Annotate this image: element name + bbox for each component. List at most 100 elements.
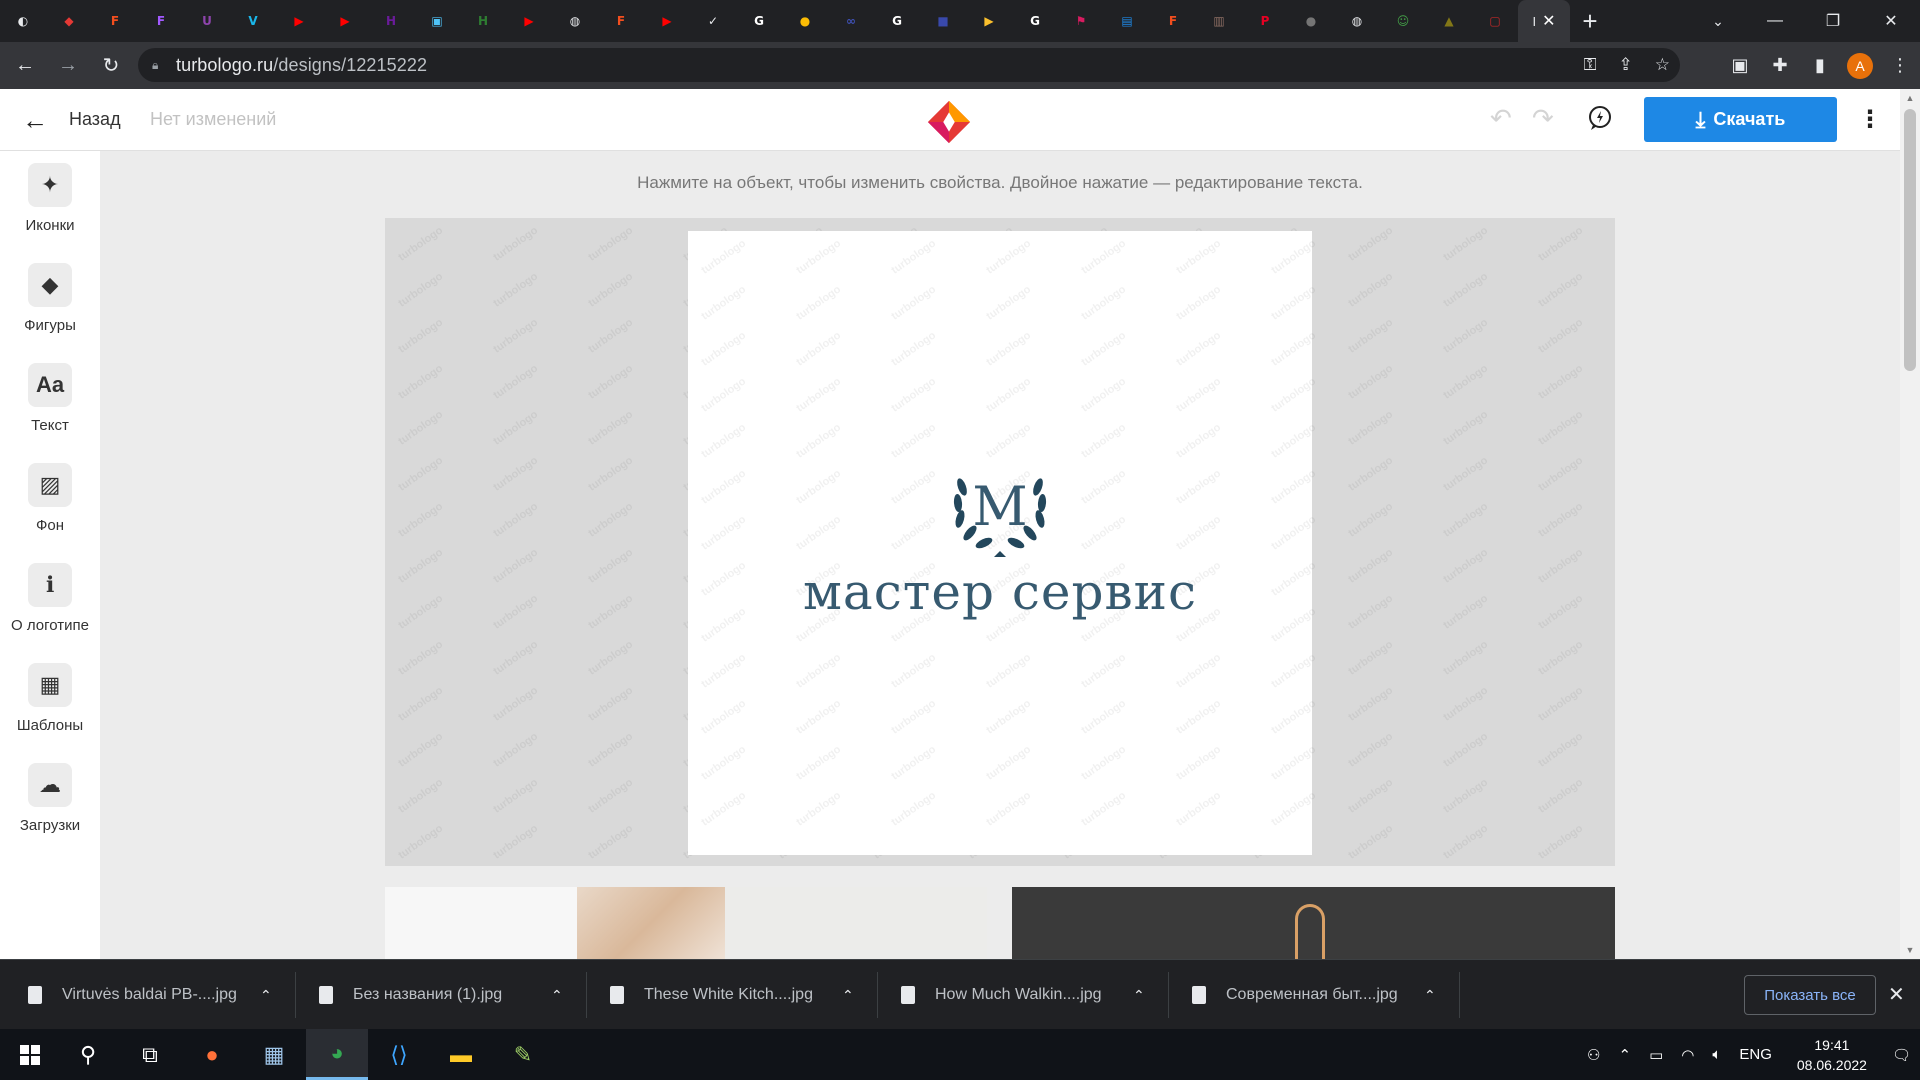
browser-tab[interactable]: ▶ [276,0,322,42]
logo-text[interactable]: мастер сервис [688,563,1312,621]
firefox-icon[interactable]: ● [188,1029,236,1080]
redo-icon[interactable]: ↷ [1532,103,1554,134]
back-nav-icon[interactable]: ← [7,48,43,84]
browser-tab[interactable]: G [736,0,782,42]
browser-tab[interactable]: F [598,0,644,42]
browser-tab[interactable]: ☺ [1380,0,1426,42]
key-icon[interactable]: ⚿ [1584,55,1597,75]
browser-tab[interactable]: ▶ [644,0,690,42]
laurel-monogram-emblem[interactable]: M [940,459,1060,559]
browser-tab[interactable]: ■ [920,0,966,42]
search-icon[interactable]: ⚲ [64,1029,112,1080]
browser-tab[interactable]: ⚑ [1058,0,1104,42]
clock[interactable]: 19:41 08.06.2022 [1797,1035,1867,1075]
back-arrow-icon[interactable]: ← [22,105,48,136]
extensions-puzzle-icon[interactable]: ✚ [1760,55,1800,76]
lock-icon[interactable]: 🔒︎ [152,58,164,72]
download-item[interactable]: Без названия (1).jpg ⌃ [291,960,587,1030]
volume-icon[interactable]: 🔈︎ [1712,1046,1721,1063]
task-view-icon[interactable]: ⧉ [126,1029,174,1080]
restore-icon[interactable]: ❐ [1804,0,1862,42]
tab-search-icon[interactable]: ⌄ [1698,0,1738,42]
browser-tab[interactable]: P [1242,0,1288,42]
scroll-thumb[interactable] [1904,109,1916,371]
undo-icon[interactable]: ↶ [1490,103,1512,134]
bookmark-star-icon[interactable]: ☆ [1655,55,1670,75]
address-bar[interactable]: 🔒︎ turbologo.ru/designs/12215222 ⚿ ⇪ ☆ [138,48,1680,82]
turbologo-logo-icon[interactable] [925,99,973,145]
browser-tab[interactable]: ◍ [1334,0,1380,42]
download-options-icon[interactable]: ⌃ [1133,987,1145,1004]
more-menu-icon[interactable]: ⋮ [1858,105,1882,134]
file-explorer-icon[interactable]: ▬ [437,1029,485,1080]
browser-tab[interactable]: G [1012,0,1058,42]
windows-start-icon[interactable] [6,1029,54,1080]
browser-tab[interactable]: G [874,0,920,42]
paint-icon[interactable]: ✎ [499,1029,547,1080]
tool-background[interactable]: ▨ Фон [0,451,100,535]
browser-tab[interactable]: ◆ [46,0,92,42]
minimize-icon[interactable]: — [1746,0,1804,42]
tool-about-logo[interactable]: ℹ О логотипе [0,551,100,635]
browser-tab[interactable]: F [1150,0,1196,42]
notifications-icon[interactable]: 🗨︎ [1892,1046,1911,1064]
browser-tab[interactable]: ◍ [552,0,598,42]
download-options-icon[interactable]: ⌃ [1424,987,1436,1004]
browser-tab-active[interactable]: I ✕ [1518,0,1570,42]
close-shelf-icon[interactable]: ✕ [1888,982,1905,1007]
language-indicator[interactable]: ENG [1739,1046,1772,1063]
browser-tab[interactable]: ▣ [414,0,460,42]
download-options-icon[interactable]: ⌃ [842,987,854,1004]
back-button[interactable]: Назад [69,109,121,130]
template-thumbnail-kitchen[interactable] [385,887,987,959]
new-tab-icon[interactable]: + [1570,0,1610,42]
page-scrollbar[interactable]: ▲ ▼ [1900,89,1920,959]
wifi-icon[interactable]: ◠ [1681,1046,1694,1064]
download-item[interactable]: How Much Walkin....jpg ⌃ [873,960,1169,1030]
download-item[interactable]: These White Kitch....jpg ⌃ [582,960,878,1030]
download-options-icon[interactable]: ⌃ [260,987,272,1004]
extension-icon[interactable]: ▣ [1720,55,1760,76]
download-button[interactable]: ⤓ Скачать [1644,97,1837,142]
tool-icons[interactable]: ✦ Иконки [0,151,100,235]
download-options-icon[interactable]: ⌃ [551,987,563,1004]
browser-tab[interactable]: ▶ [322,0,368,42]
browser-tab[interactable]: ▤ [1104,0,1150,42]
show-all-downloads-button[interactable]: Показать все [1744,975,1876,1015]
feedback-chat-icon[interactable] [1587,105,1613,131]
download-item[interactable]: Современная быт....jpg ⌃ [1164,960,1460,1030]
browser-tab[interactable]: ● [1288,0,1334,42]
url-text[interactable]: turbologo.ru/designs/12215222 [176,55,427,76]
scroll-up-icon[interactable]: ▲ [1900,89,1920,107]
browser-tab[interactable]: ▲ [1426,0,1472,42]
tool-templates[interactable]: ▦ Шаблоны [0,651,100,735]
close-tab-icon[interactable]: ✕ [1542,11,1555,31]
browser-tab[interactable]: ◐ [0,0,46,42]
reload-icon[interactable]: ↻ [93,48,129,84]
browser-tab[interactable]: H [368,0,414,42]
browser-tab[interactable]: ▶ [506,0,552,42]
browser-tab[interactable]: ✓ [690,0,736,42]
browser-tab[interactable]: ▢ [1472,0,1518,42]
browser-tab[interactable]: F [138,0,184,42]
forward-nav-icon[interactable]: → [50,48,86,84]
browser-tab[interactable]: ∞ [828,0,874,42]
browser-tab[interactable]: ▶ [966,0,1012,42]
profile-avatar[interactable]: A [1847,52,1873,79]
browser-tab[interactable]: ▥ [1196,0,1242,42]
people-icon[interactable]: ⚇ [1587,1046,1600,1064]
browser-tab[interactable]: F [92,0,138,42]
browser-tab[interactable]: ● [782,0,828,42]
browser-tab[interactable]: U [184,0,230,42]
tool-text[interactable]: Aa Текст [0,351,100,435]
share-icon[interactable]: ⇪ [1619,55,1633,75]
tool-shapes[interactable]: ◆ Фигуры [0,251,100,335]
download-item[interactable]: Virtuvės baldai PB-....jpg ⌃ [0,960,296,1030]
tray-expand-icon[interactable]: ⌃ [1618,1046,1631,1064]
vscode-icon[interactable]: ⟨⟩ [375,1029,423,1080]
browser-tab[interactable]: H [460,0,506,42]
chrome-taskbar-icon[interactable]: ◕ [306,1029,368,1080]
close-window-icon[interactable]: ✕ [1862,0,1920,42]
sidepanel-icon[interactable]: ▮ [1800,55,1840,76]
tool-uploads[interactable]: ☁ Загрузки [0,751,100,835]
